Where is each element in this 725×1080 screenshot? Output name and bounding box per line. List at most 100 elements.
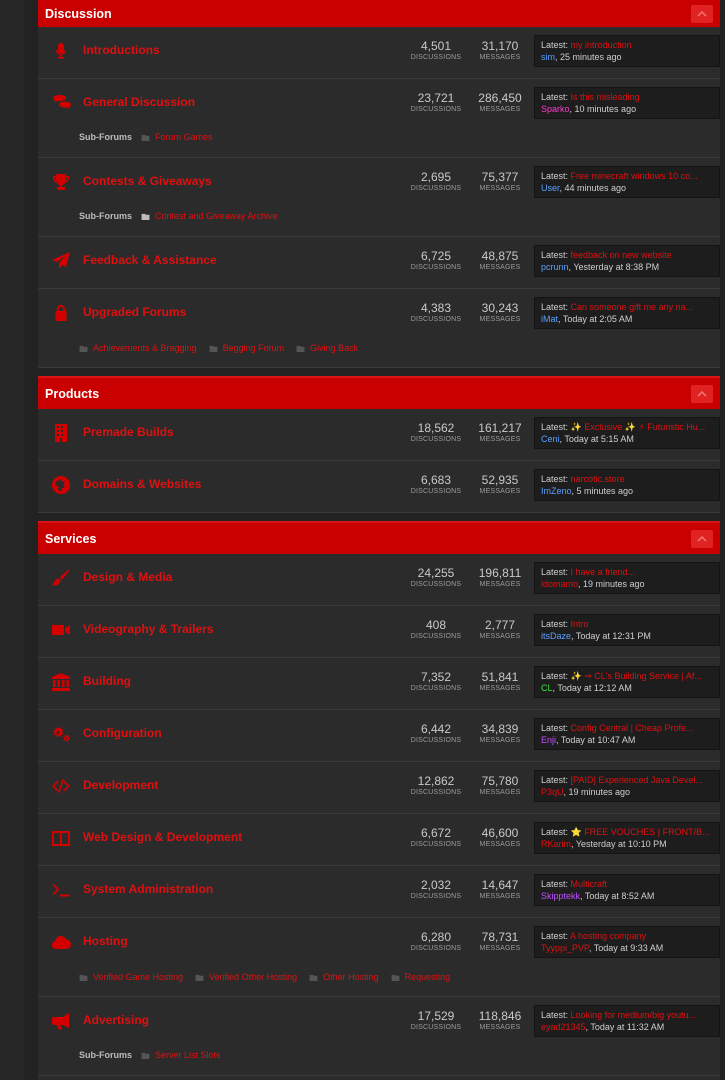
latest-user-link[interactable]: Ceni [541,434,560,444]
latest-time: , Today at 10:47 AM [556,735,636,745]
node-title-link[interactable]: Premade Builds [83,425,174,439]
node-title-link[interactable]: General Discussion [83,95,195,109]
subforum-link[interactable]: Verified Other Hosting [195,972,297,982]
latest-user-link[interactable]: CL [541,683,553,693]
latest-user-link[interactable]: itsDaze [541,631,571,641]
forum-node: Introductions 4,501 DISCUSSIONS 31,170 M… [38,27,720,79]
discussions-label: DISCUSSIONS [410,185,462,192]
discussions-label: DISCUSSIONS [410,945,462,952]
node-title-link[interactable]: Building [83,674,131,688]
subforum-link[interactable]: Achievements & Bragging [79,343,197,353]
latest-user-link[interactable]: RKarim [541,839,571,849]
latest-time: , 5 minutes ago [571,486,634,496]
subforum-link[interactable]: Verified Game Hosting [79,972,183,982]
section-gap [38,513,720,521]
latest-thread-link[interactable]: I have a friend... [571,567,636,577]
latest-thread-link[interactable]: Free minecraft windows 10 co... [571,171,698,181]
latest-thread-link[interactable]: my introduction [571,40,632,50]
messages-count: 48,875 [481,249,519,263]
node-title-link[interactable]: Domains & Websites [83,477,201,491]
latest-user-link[interactable]: Skipptekk [541,891,580,901]
latest-thread-link[interactable]: ✨ Exclusive ✨ ⚡ Futuristic Hu... [571,422,706,432]
latest-thread-link[interactable]: Is this misleading [571,92,640,102]
forum-node: General Discussion 23,721 DISCUSSIONS 28… [38,79,720,158]
latest-user-link[interactable]: Tyyppi_PVP [541,943,589,953]
latest-thread-link[interactable]: Multicraft [571,879,608,889]
messages-stat: 286,450 MESSAGES [474,91,526,115]
node-title-link[interactable]: Upgraded Forums [83,305,186,319]
discussions-count: 408 [425,618,447,632]
node-title-link[interactable]: Web Design & Development [83,830,242,844]
latest-thread-link[interactable]: Can someone gift me any na... [571,302,694,312]
messages-stat: 48,875 MESSAGES [474,249,526,273]
latest-user-link[interactable]: User [541,183,560,193]
latest-thread-link[interactable]: ✨ ⇒ CL's Building Service | Af... [571,671,702,681]
latest-time: , Today at 8:52 AM [580,891,655,901]
forum-node: Advertising 17,529 DISCUSSIONS 118,846 M… [38,997,720,1076]
latest-label: Latest: [541,931,569,941]
latest-label: Latest: [541,250,569,260]
messages-label: MESSAGES [479,185,521,192]
section-title[interactable]: Services [45,532,96,546]
latest-user-link[interactable]: Sparko [541,104,570,114]
latest-label: Latest: [541,775,569,785]
latest-user-link[interactable]: eyad21345 [541,1022,586,1032]
latest-user-link[interactable]: ImZeno [541,486,572,496]
node-title-link[interactable]: System Administration [83,882,213,896]
latest-user-link[interactable]: sim [541,52,555,62]
latest-user-link[interactable]: P3qU [541,787,564,797]
latest-user-link[interactable]: Enji [541,735,556,745]
subforum-link[interactable]: Forum Games [141,132,213,142]
subforum-link[interactable]: Requesting [391,972,450,982]
forum-node: Building 7,352 DISCUSSIONS 51,841 MESSAG… [38,658,720,710]
subforum-link[interactable]: Giving Back [296,343,358,353]
latest-post-box: Latest: ✨ ⇒ CL's Building Service | Af..… [534,666,720,698]
subforums-row: Verified Game Hosting Verified Other Hos… [79,972,462,982]
node-title-link[interactable]: Videography & Trailers [83,622,214,636]
section-title[interactable]: Discussion [45,7,112,21]
node-title-link[interactable]: Design & Media [83,570,172,584]
latest-user-link[interactable]: iMat [541,314,558,324]
collapse-button[interactable] [691,529,713,548]
latest-thread-link[interactable]: narcotic.store [571,474,625,484]
discussions-stat: 7,352 DISCUSSIONS [410,670,462,694]
folder-icon [391,974,400,981]
collapse-button[interactable] [691,384,713,403]
latest-thread-link[interactable]: [PAID] Experienced Java Devel... [571,775,703,785]
node-title-link[interactable]: Development [83,778,158,792]
latest-thread-link[interactable]: ⭐ FREE VOUCHES | FRONT/B... [571,827,710,837]
paper-plane-icon [50,250,72,272]
latest-thread-link[interactable]: Intro [571,619,589,629]
messages-stat: 118,846 MESSAGES [474,1009,526,1033]
trophy-icon [50,171,72,193]
node-title-link[interactable]: Contests & Giveaways [83,174,212,188]
paintbrush-icon [50,567,72,589]
node-title-link[interactable]: Advertising [83,1013,149,1027]
megaphone-icon [50,1010,72,1032]
discussions-stat: 6,683 DISCUSSIONS [410,473,462,497]
collapse-button[interactable] [691,4,713,23]
messages-stat: 46,600 MESSAGES [474,826,526,850]
messages-count: 75,377 [481,170,519,184]
section-title[interactable]: Products [45,387,99,401]
subforum-link[interactable]: Begging Forum [209,343,284,353]
subforum-link[interactable]: Contest and Giveaway Archive [141,211,278,221]
discussions-stat: 6,442 DISCUSSIONS [410,722,462,746]
latest-user-link[interactable]: pcrunn [541,262,569,272]
node-title-link[interactable]: Feedback & Assistance [83,253,217,267]
latest-user-link[interactable]: idomamo [541,579,578,589]
node-title-link[interactable]: Hosting [83,934,128,948]
latest-thread-link[interactable]: feedback on new website [571,250,672,260]
latest-thread-link[interactable]: A hosting company [570,931,646,941]
messages-count: 46,600 [481,826,519,840]
node-title-link[interactable]: Introductions [83,43,160,57]
messages-count: 75,780 [481,774,519,788]
latest-thread-link[interactable]: Looking for medium/big youtu... [571,1010,697,1020]
subforum-link[interactable]: Other Hosting [309,972,379,982]
subforum-link[interactable]: Server List Slots [141,1050,221,1060]
discussions-stat: 17,529 DISCUSSIONS [410,1009,462,1033]
node-title-link[interactable]: Configuration [83,726,162,740]
forum-list: Discussion Introductions 4,501 DISCUSSIO… [38,0,720,1080]
forum-node: Development 12,862 DISCUSSIONS 75,780 ME… [38,762,720,814]
latest-thread-link[interactable]: Config Central | Cheap Profe... [571,723,694,733]
